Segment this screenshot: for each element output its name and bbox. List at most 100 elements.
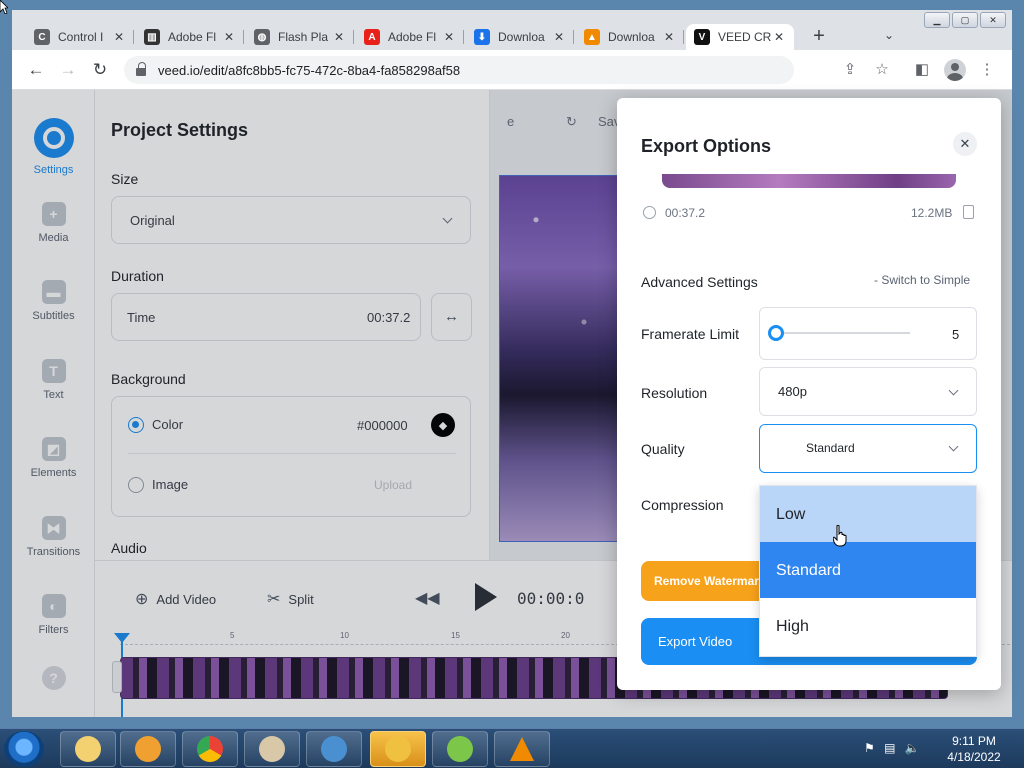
download-icon: ⬇ bbox=[474, 29, 490, 45]
browser-tab[interactable]: A Adobe Fl ✕ bbox=[356, 24, 464, 50]
tab-close-icon[interactable]: ✕ bbox=[222, 30, 236, 44]
profile-avatar[interactable] bbox=[944, 59, 966, 81]
tab-close-icon[interactable]: ✕ bbox=[442, 30, 456, 44]
app-green-icon bbox=[447, 736, 473, 762]
taskbar-media-player[interactable] bbox=[120, 731, 176, 767]
globe-icon: ◍ bbox=[254, 29, 270, 45]
close-icon[interactable]: ✕ bbox=[953, 132, 977, 156]
browser-toolbar: ← → ↻ veed.io/edit/a8fc8bb5-fc75-472c-8b… bbox=[12, 50, 1012, 90]
framerate-slider[interactable]: 5 bbox=[759, 307, 977, 360]
remote-desktop-icon bbox=[385, 736, 411, 762]
tab-close-icon[interactable]: ✕ bbox=[552, 30, 566, 44]
url-text: veed.io/edit/a8fc8bb5-fc75-472c-8ba4-fa8… bbox=[158, 62, 461, 78]
export-thumbnail bbox=[662, 174, 956, 188]
clock-icon bbox=[643, 206, 656, 219]
volume-icon[interactable]: 🔈 bbox=[905, 741, 920, 755]
system-tray: ⚑ ▤ 🔈 bbox=[864, 741, 920, 755]
control-panel-icon: C bbox=[34, 29, 50, 45]
start-button[interactable] bbox=[4, 731, 44, 767]
tab-title: Adobe Fl bbox=[168, 30, 217, 44]
export-duration: 00:37.2 bbox=[665, 206, 706, 220]
hand-cursor-icon bbox=[833, 525, 847, 547]
browser-tab-strip: ▁ ▢ ✕ C Control I ✕ ▥ Adobe Fl ✕ ◍ Flash Pla ✕ A A… bbox=[12, 10, 1012, 50]
taskbar-clock[interactable]: 9:11 PM 4/18/2022 bbox=[942, 733, 1006, 765]
resolution-select[interactable]: 480p bbox=[759, 367, 977, 416]
network-icon[interactable]: ▤ bbox=[884, 741, 895, 755]
quality-value: Standard bbox=[806, 441, 855, 455]
reload-icon[interactable]: ↻ bbox=[90, 60, 110, 80]
maximize-button[interactable]: ▢ bbox=[952, 12, 978, 28]
tab-separator bbox=[133, 30, 134, 44]
chevron-down-icon bbox=[948, 441, 959, 452]
tab-separator bbox=[683, 30, 684, 44]
side-panel-icon[interactable]: ◧ bbox=[912, 60, 932, 80]
tab-separator bbox=[463, 30, 464, 44]
tab-separator bbox=[573, 30, 574, 44]
clock-time: 9:11 PM bbox=[952, 734, 996, 748]
tab-title: Downloa bbox=[498, 30, 545, 44]
adobe-red-icon: A bbox=[364, 29, 380, 45]
lock-icon bbox=[136, 62, 146, 76]
desktop-cursor-icon bbox=[0, 0, 8, 14]
file-icon bbox=[963, 205, 974, 219]
slider-knob[interactable] bbox=[768, 325, 784, 341]
browser-tab[interactable]: ⬇ Downloa ✕ bbox=[466, 24, 574, 50]
tab-search-chevron-icon[interactable]: ⌄ bbox=[884, 28, 894, 42]
veed-icon: V bbox=[694, 29, 710, 45]
browser-tab[interactable]: ▲ Downloa ✕ bbox=[576, 24, 684, 50]
taskbar-paint[interactable] bbox=[244, 731, 300, 767]
new-tab-button[interactable]: + bbox=[807, 26, 831, 48]
taskbar-app-green[interactable] bbox=[432, 731, 488, 767]
tab-close-icon[interactable]: ✕ bbox=[332, 30, 346, 44]
tab-title: Flash Pla bbox=[278, 30, 329, 44]
tab-close-icon[interactable]: ✕ bbox=[662, 30, 676, 44]
switch-to-simple-link[interactable]: - Switch to Simple bbox=[874, 273, 970, 287]
taskbar-explorer[interactable] bbox=[60, 731, 116, 767]
bookmark-star-icon[interactable]: ☆ bbox=[872, 60, 892, 80]
export-title: Export Options bbox=[641, 136, 771, 156]
forward-arrow-icon[interactable]: → bbox=[58, 60, 78, 80]
slider-track bbox=[776, 332, 910, 334]
tab-title: VEED CR bbox=[718, 30, 772, 44]
compression-label: Compression bbox=[641, 497, 724, 513]
tab-title: Downloa bbox=[608, 30, 655, 44]
tab-separator bbox=[243, 30, 244, 44]
browser-tab[interactable]: ▥ Adobe Fl ✕ bbox=[136, 24, 244, 50]
advanced-settings-label: Advanced Settings bbox=[641, 274, 758, 290]
quality-label: Quality bbox=[641, 441, 685, 457]
network-warning-icon[interactable]: ⚑ bbox=[864, 741, 875, 755]
share-icon[interactable]: ⇪ bbox=[840, 60, 860, 80]
quality-option-low[interactable]: Low bbox=[760, 486, 976, 542]
remove-watermark-button[interactable]: Remove Watermark bbox=[641, 561, 771, 601]
chrome-icon bbox=[197, 736, 223, 762]
tab-close-icon[interactable]: ✕ bbox=[112, 30, 126, 44]
browser-tab[interactable]: ◍ Flash Pla ✕ bbox=[246, 24, 354, 50]
window-controls: ▁ ▢ ✕ bbox=[922, 12, 1006, 28]
quality-option-standard[interactable]: Standard bbox=[760, 542, 976, 598]
minimize-button[interactable]: ▁ bbox=[924, 12, 950, 28]
adobe-icon: ▥ bbox=[144, 29, 160, 45]
paint-icon bbox=[259, 736, 285, 762]
taskbar-chrome[interactable] bbox=[182, 731, 238, 767]
vlc-icon: ▲ bbox=[584, 29, 600, 45]
export-filesize: 12.2MB bbox=[911, 206, 953, 220]
browser-tab[interactable]: C Control I ✕ bbox=[26, 24, 134, 50]
taskbar-vlc[interactable] bbox=[494, 731, 550, 767]
address-bar[interactable]: veed.io/edit/a8fc8bb5-fc75-472c-8ba4-fa8… bbox=[124, 56, 794, 84]
chevron-down-icon bbox=[948, 385, 959, 396]
taskbar-photo-viewer[interactable] bbox=[306, 731, 362, 767]
photo-viewer-icon bbox=[321, 736, 347, 762]
quality-option-high[interactable]: High bbox=[760, 598, 976, 654]
quality-select[interactable]: Standard bbox=[759, 424, 977, 473]
resolution-value: 480p bbox=[778, 384, 807, 399]
browser-tab[interactable]: V VEED CR ✕ bbox=[686, 24, 794, 50]
back-arrow-icon[interactable]: ← bbox=[26, 60, 46, 80]
tab-title: Adobe Fl bbox=[388, 30, 437, 44]
menu-kebab-icon[interactable]: ⋮ bbox=[977, 60, 997, 80]
close-window-button[interactable]: ✕ bbox=[980, 12, 1006, 28]
media-player-icon bbox=[135, 736, 161, 762]
explorer-icon bbox=[75, 736, 101, 762]
taskbar-remote-desktop[interactable] bbox=[370, 731, 426, 767]
resolution-label: Resolution bbox=[641, 385, 708, 401]
tab-close-icon[interactable]: ✕ bbox=[772, 30, 786, 44]
